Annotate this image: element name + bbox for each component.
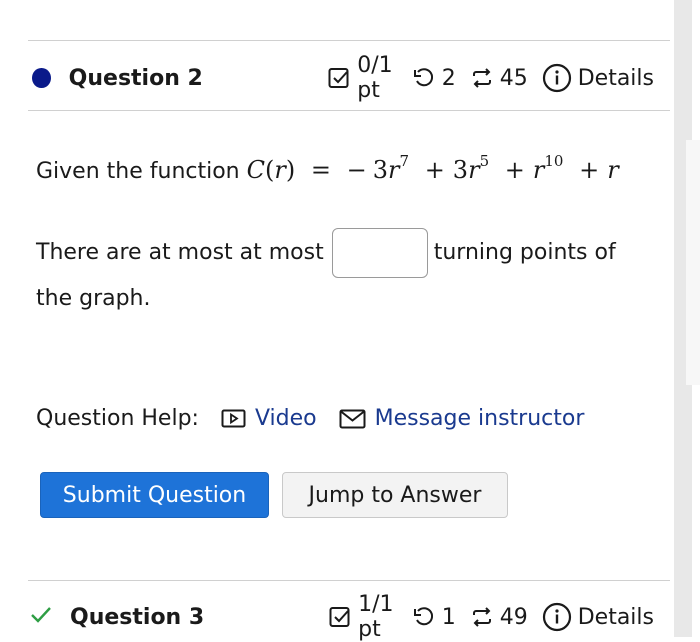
video-link-label: Video <box>254 406 317 431</box>
question-3-score: 1/1 pt <box>358 592 394 642</box>
help-label: Question Help: <box>36 406 199 431</box>
question-help: Question Help: Video Message instructor <box>36 406 584 431</box>
current-question-bullet-icon <box>32 68 51 88</box>
video-icon <box>221 408 247 430</box>
attempts-icon <box>470 66 494 90</box>
submit-question-button[interactable]: Submit Question <box>40 472 269 518</box>
checkbox-score-icon <box>327 66 351 90</box>
divider <box>28 40 670 41</box>
scrollbar-thumb[interactable] <box>686 140 700 385</box>
details-label: Details <box>577 604 654 630</box>
retry-icon <box>412 66 436 90</box>
checkbox-score-icon <box>328 605 352 629</box>
question-2-attempts: 45 <box>499 65 528 91</box>
answer-input[interactable] <box>331 228 428 278</box>
question-2-details[interactable]: Details <box>542 63 654 93</box>
question-stem: Given the function C(r) = −3r7 +3r5 + r10… <box>36 152 619 184</box>
question-2-header: Question 2 0/1 pt 2 45 Details <box>28 53 668 103</box>
question-3-title[interactable]: Question 3 <box>70 605 256 630</box>
question-2-score: 0/1 pt <box>357 53 393 103</box>
attempts-icon <box>470 605 494 629</box>
info-icon <box>542 63 572 93</box>
prompt-text-before: There are at most at most <box>36 240 324 265</box>
question-2-title[interactable]: Question 2 <box>69 66 256 91</box>
divider <box>28 110 670 111</box>
retry-icon <box>412 605 436 629</box>
divider <box>28 580 670 581</box>
details-label: Details <box>577 65 654 91</box>
function-expression: C(r) = −3r7 +3r5 + r10 + r <box>246 152 619 184</box>
info-icon <box>542 602 572 632</box>
question-3-header: Question 3 1/1 pt 1 49 Details <box>28 592 668 642</box>
question-prompt: There are at most at most turning points … <box>36 228 656 320</box>
message-instructor-link[interactable]: Message instructor <box>339 406 585 431</box>
stem-text: Given the function <box>36 159 240 184</box>
question-3-attempts: 49 <box>499 604 528 630</box>
completed-check-icon <box>30 605 52 629</box>
video-link[interactable]: Video <box>221 406 317 431</box>
message-instructor-label: Message instructor <box>374 406 585 431</box>
envelope-icon <box>339 408 367 430</box>
jump-to-answer-button[interactable]: Jump to Answer <box>282 472 508 518</box>
question-3-retries: 1 <box>441 604 456 630</box>
question-3-details[interactable]: Details <box>542 602 654 632</box>
question-2-retries: 2 <box>441 65 456 91</box>
